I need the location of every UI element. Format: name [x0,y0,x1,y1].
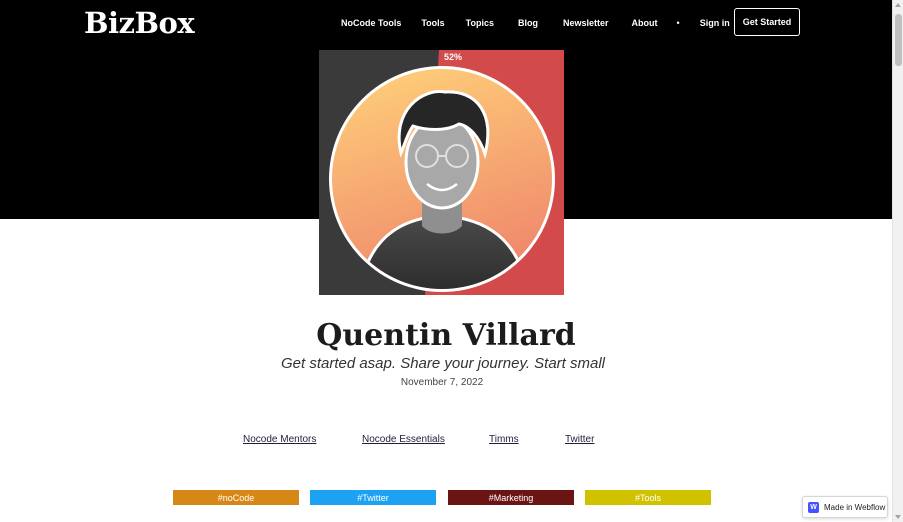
author-portrait [319,50,564,295]
nav-separator: • [676,18,680,28]
page: BizBox NoCode Tools Tools Topics Blog Ne… [0,0,892,522]
page-scrollbar[interactable] [892,0,903,522]
category-links: Nocode Mentors Nocode Essentials Timms T… [0,433,892,447]
category-link-nocode-mentors[interactable]: Nocode Mentors [243,433,316,447]
nav-item-topics[interactable]: Topics [466,16,494,30]
post-date: November 7, 2022 [400,377,484,388]
nav-item-tools[interactable]: Tools [421,16,444,30]
category-link-twitter[interactable]: Twitter [565,433,594,447]
progress-badge: 52% [443,52,462,62]
top-nav: BizBox NoCode Tools Tools Topics Blog Ne… [0,0,892,46]
scroll-down-arrow-icon[interactable] [895,515,901,519]
scroll-thumb[interactable] [895,14,902,66]
author-name: Quentin Villard [316,318,576,353]
tag-twitter[interactable]: #Twitter [310,490,436,505]
tag-tools[interactable]: #Tools [585,490,711,505]
category-link-nocode-essentials[interactable]: Nocode Essentials [362,433,445,447]
tag-nocode[interactable]: #noCode [173,490,299,505]
nav-item-nocode-tools[interactable]: NoCode Tools [341,16,401,30]
made-in-webflow-badge[interactable]: W Made in Webflow [802,496,888,518]
webflow-badge-label: Made in Webflow [824,502,886,512]
category-link-timms[interactable]: Timms [489,433,519,447]
portrait-illustration [319,50,564,295]
author-tagline: Get started asap. Share your journey. St… [280,355,606,372]
scroll-up-arrow-icon[interactable] [895,3,901,7]
brand-logo[interactable]: BizBox [84,4,195,42]
nav-links: NoCode Tools Tools Topics Blog Newslette… [341,15,730,31]
get-started-button[interactable]: Get Started [734,8,800,36]
nav-item-blog[interactable]: Blog [518,16,538,30]
sign-in-link[interactable]: Sign in [700,16,730,30]
nav-item-about[interactable]: About [632,16,658,30]
tag-marketing[interactable]: #Marketing [448,490,574,505]
nav-item-newsletter[interactable]: Newsletter [563,16,609,30]
webflow-logo-icon: W [808,501,819,513]
